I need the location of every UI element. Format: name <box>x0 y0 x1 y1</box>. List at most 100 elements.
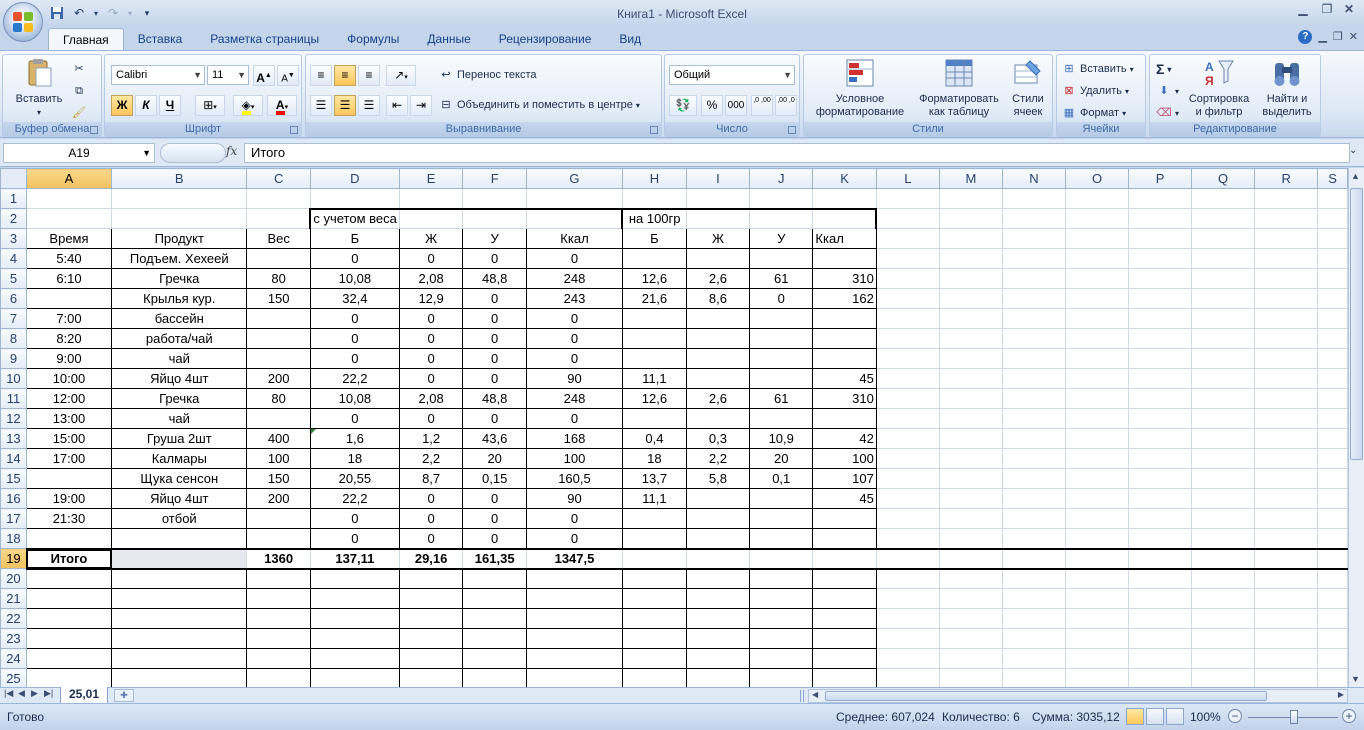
cell[interactable]: 2,6 <box>685 268 751 289</box>
cell[interactable] <box>1064 488 1130 509</box>
cell[interactable] <box>1317 288 1348 309</box>
cell[interactable] <box>111 648 248 669</box>
cell[interactable] <box>621 568 687 589</box>
cell[interactable] <box>1064 648 1130 669</box>
cell[interactable] <box>1128 188 1193 209</box>
cell[interactable] <box>398 188 464 209</box>
cell[interactable] <box>1191 547 1256 570</box>
cell[interactable]: 0 <box>398 248 464 269</box>
cell[interactable] <box>621 547 687 570</box>
cell[interactable] <box>1128 368 1193 389</box>
cell[interactable]: 7:00 <box>25 308 113 329</box>
tab-insert[interactable]: Вставка <box>124 28 197 50</box>
cell[interactable] <box>1064 388 1130 409</box>
cell[interactable] <box>462 648 527 669</box>
cell[interactable]: 0 <box>398 368 464 389</box>
cell[interactable] <box>1128 228 1193 249</box>
cell[interactable]: 45 <box>812 488 877 509</box>
row-header[interactable]: 12 <box>0 408 27 429</box>
cell[interactable] <box>875 428 940 449</box>
row-header[interactable]: 6 <box>0 288 27 309</box>
cell[interactable] <box>1191 428 1256 449</box>
cell[interactable]: 0 <box>462 328 527 349</box>
cell[interactable] <box>1317 628 1348 649</box>
cell[interactable] <box>25 648 113 669</box>
cell[interactable]: 100 <box>246 448 311 469</box>
cell[interactable] <box>525 608 623 629</box>
cell[interactable] <box>111 528 248 549</box>
row-header[interactable]: 1 <box>0 188 27 209</box>
cell[interactable] <box>621 588 687 609</box>
cell[interactable] <box>1128 448 1193 469</box>
cell[interactable]: 12,6 <box>621 388 687 409</box>
cell[interactable]: 1,6 <box>309 428 400 449</box>
scroll-left-icon[interactable]: ◀ <box>812 690 818 699</box>
cell[interactable] <box>1254 328 1319 349</box>
cell[interactable] <box>1064 528 1130 549</box>
cell[interactable] <box>938 228 1003 249</box>
cell[interactable] <box>111 668 248 687</box>
worksheet-grid[interactable]: A B C D E F G H I J K L M N O P Q R S 1 … <box>0 168 1348 687</box>
cell[interactable] <box>111 608 248 629</box>
doc-close-icon[interactable]: ✕ <box>1349 30 1358 44</box>
cell[interactable]: 18 <box>621 448 687 469</box>
cell[interactable] <box>25 588 113 609</box>
cell[interactable] <box>1001 448 1066 469</box>
italic-button[interactable]: К <box>135 95 157 116</box>
cell[interactable] <box>111 208 248 229</box>
cell[interactable]: Б <box>621 228 687 249</box>
cell[interactable] <box>1064 668 1130 687</box>
cell[interactable]: 150 <box>246 468 311 489</box>
cell[interactable]: 0 <box>462 288 527 309</box>
column-header[interactable]: R <box>1254 168 1319 189</box>
cell[interactable] <box>1001 408 1066 429</box>
cell[interactable] <box>1128 648 1193 669</box>
cell[interactable] <box>1064 628 1130 649</box>
cell[interactable] <box>685 528 751 549</box>
row-header[interactable]: 20 <box>0 568 27 589</box>
cell[interactable] <box>1254 568 1319 589</box>
cell[interactable] <box>685 568 751 589</box>
cell[interactable] <box>1064 288 1130 309</box>
cell[interactable] <box>246 668 311 687</box>
cell[interactable] <box>621 668 687 687</box>
cell[interactable]: на 100гр <box>621 207 687 229</box>
cell[interactable] <box>621 628 687 649</box>
close-icon[interactable]: ✕ <box>1338 2 1360 18</box>
cell[interactable] <box>1001 668 1066 687</box>
cell[interactable]: Калмары <box>111 448 248 469</box>
cell[interactable] <box>749 508 814 529</box>
cell[interactable] <box>1001 648 1066 669</box>
last-sheet-icon[interactable]: ▶| <box>44 688 53 699</box>
paste-button[interactable]: Вставить ▾ <box>11 57 67 119</box>
cell[interactable] <box>938 408 1003 429</box>
cell[interactable] <box>1317 308 1348 329</box>
cell[interactable] <box>1001 568 1066 589</box>
cell[interactable] <box>875 648 940 669</box>
doc-minimize-icon[interactable]: ▁ <box>1318 30 1326 44</box>
cell[interactable] <box>812 668 877 687</box>
cell[interactable] <box>1064 428 1130 449</box>
cell[interactable] <box>525 207 624 229</box>
cell[interactable]: 48,8 <box>462 268 527 289</box>
delete-cells-button[interactable]: ⊠ Удалить ▾ <box>1061 81 1129 101</box>
cell[interactable]: 2,6 <box>685 388 751 409</box>
cell[interactable] <box>1001 388 1066 409</box>
cell[interactable] <box>1191 588 1256 609</box>
cell[interactable]: 1347,5 <box>525 547 623 570</box>
cell[interactable]: Щука сенсон <box>111 468 248 489</box>
cell[interactable] <box>309 648 400 669</box>
cell[interactable]: 0 <box>462 348 527 369</box>
cell[interactable] <box>685 368 751 389</box>
cell[interactable] <box>1064 368 1130 389</box>
cell[interactable]: 243 <box>525 288 623 309</box>
row-header[interactable]: 11 <box>0 388 27 409</box>
cell[interactable] <box>1191 348 1256 369</box>
cell[interactable] <box>875 188 940 209</box>
cell[interactable] <box>812 588 877 609</box>
cell[interactable] <box>1317 588 1348 609</box>
cell[interactable] <box>1001 508 1066 529</box>
cell[interactable]: 310 <box>812 388 877 409</box>
cell[interactable]: 12:00 <box>25 388 113 409</box>
cell[interactable] <box>1001 228 1066 249</box>
